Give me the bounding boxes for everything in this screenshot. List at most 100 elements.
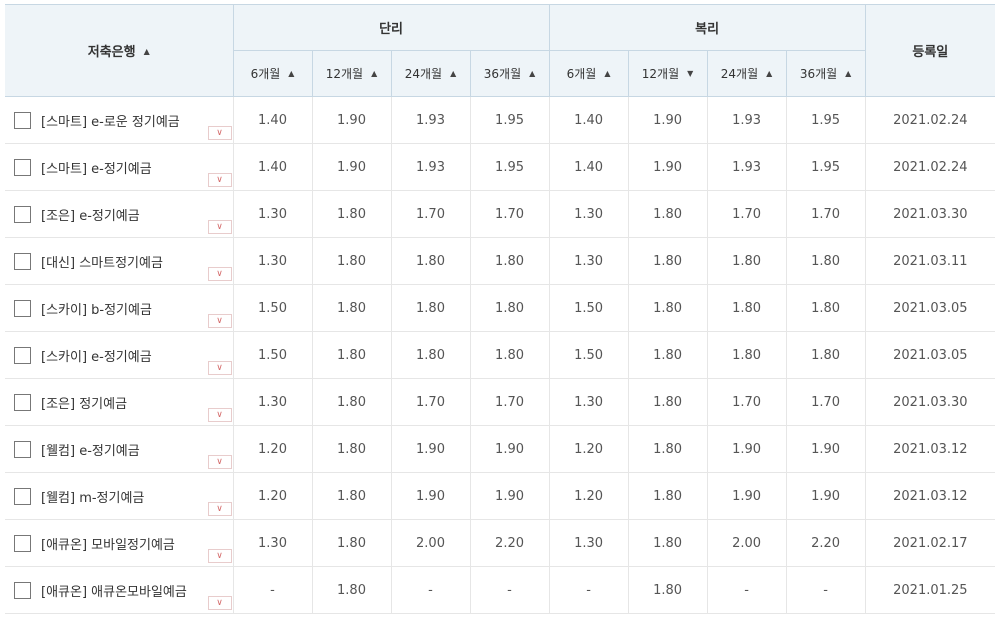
chevron-down-icon[interactable]: ∨ [207, 502, 232, 516]
simple-rate-cell: 1.80 [470, 237, 550, 285]
simple-rate-cell: 2.00 [391, 519, 471, 567]
table-row: [스카이] b-정기예금 ∨ 1.50 1.80 1.80 1.80 1.50 1.80 1.8… [5, 284, 996, 332]
select-checkbox[interactable] [14, 252, 31, 270]
select-checkbox[interactable] [14, 487, 31, 505]
registered-date-cell: 2021.02.17 [865, 519, 996, 567]
compound-rate-cell: 1.40 [549, 143, 629, 191]
select-checkbox[interactable] [14, 534, 31, 552]
table-row: [스카이] e-정기예금 ∨ 1.50 1.80 1.80 1.80 1.50 1.80 1.8… [5, 331, 996, 379]
compound-rate-cell: 1.80 [628, 237, 708, 285]
product-name: [조은] 정기예금 [41, 396, 128, 412]
simple-rate-cell: 1.80 [312, 284, 392, 332]
term-label: 36개월 [483, 67, 522, 81]
compound-rate-cell: 1.95 [786, 143, 866, 191]
chevron-down-icon[interactable]: ∨ [207, 126, 232, 140]
simple-rate-cell: 1.80 [312, 425, 392, 473]
simple-term-header[interactable]: 6개월 ▲ [232, 50, 313, 97]
simple-term-header[interactable]: 24개월 ▲ [390, 50, 471, 97]
compound-term-header[interactable]: 12개월 ▼ [627, 50, 708, 97]
chevron-down-icon[interactable]: ∨ [207, 314, 232, 328]
select-checkbox[interactable] [14, 346, 31, 364]
compound-interest-header: 복리 [548, 4, 866, 51]
chevron-down-icon[interactable]: ∨ [207, 549, 232, 563]
chevron-down-icon[interactable]: ∨ [207, 361, 232, 375]
select-checkbox[interactable] [14, 393, 31, 411]
bank-product-cell: [스카이] e-정기예금 ∨ [5, 331, 234, 379]
compound-rate-cell: 1.80 [628, 566, 708, 614]
compound-rate-cell: - [707, 566, 787, 614]
compound-rate-cell: 1.80 [628, 425, 708, 473]
registered-date-cell: 2021.03.05 [865, 284, 996, 332]
table-row: [조은] e-정기예금 ∨ 1.30 1.80 1.70 1.70 1.30 1.80 1.70… [5, 190, 996, 238]
select-checkbox[interactable] [14, 299, 31, 317]
compound-rate-cell: 1.50 [549, 331, 629, 379]
term-label: 24개월 [404, 67, 443, 81]
simple-rate-cell: 1.30 [233, 378, 313, 426]
simple-term-header[interactable]: 36개월 ▲ [469, 50, 550, 97]
compound-rate-cell: 1.80 [707, 237, 787, 285]
bank-product-cell: [조은] 정기예금 ∨ [5, 378, 234, 426]
simple-rate-cell: 1.90 [470, 472, 550, 520]
select-checkbox[interactable] [14, 205, 31, 223]
simple-rate-cell: 1.90 [470, 425, 550, 473]
registered-date-cell: 2021.01.25 [865, 566, 996, 614]
compound-rate-cell: 1.70 [786, 190, 866, 238]
compound-rate-cell: 1.80 [786, 331, 866, 379]
chevron-down-icon[interactable]: ∨ [207, 455, 232, 469]
simple-rate-cell: 1.80 [312, 519, 392, 567]
product-name: [웰컴] e-정기예금 [41, 443, 140, 459]
compound-rate-cell: - [549, 566, 629, 614]
simple-rate-cell: 1.70 [391, 378, 471, 426]
chevron-down-icon[interactable]: ∨ [207, 408, 232, 422]
simple-rate-cell: 1.80 [312, 566, 392, 614]
simple-rate-cell: 1.80 [391, 331, 471, 379]
sort-asc-icon: ▲ [288, 69, 295, 78]
compound-rate-cell: 1.95 [786, 96, 866, 144]
product-name: [스카이] b-정기예금 [41, 302, 152, 318]
simple-rate-cell: 1.80 [391, 237, 471, 285]
bank-product-cell: [조은] e-정기예금 ∨ [5, 190, 234, 238]
simple-rate-cell: 1.95 [470, 96, 550, 144]
select-checkbox[interactable] [14, 440, 31, 458]
simple-rate-cell: 1.40 [233, 96, 313, 144]
simple-term-header[interactable]: 12개월 ▲ [311, 50, 392, 97]
select-checkbox[interactable] [14, 111, 31, 129]
term-label: 6개월 [250, 67, 281, 81]
compound-rate-cell: 1.80 [628, 284, 708, 332]
simple-rate-cell: 1.95 [470, 143, 550, 191]
term-label: 12개월 [641, 67, 680, 81]
bank-product-cell: [스마트] e-정기예금 ∨ [5, 143, 234, 191]
compound-term-header[interactable]: 36개월 ▲ [785, 50, 866, 97]
select-checkbox[interactable] [14, 158, 31, 176]
chevron-down-icon[interactable]: ∨ [207, 173, 232, 187]
compound-rate-cell: 1.30 [549, 519, 629, 567]
sort-asc-icon: ▲ [529, 69, 536, 78]
registered-date-header: 등록일 [864, 4, 996, 97]
simple-rate-cell: - [233, 566, 313, 614]
compound-rate-cell: 1.30 [549, 190, 629, 238]
select-checkbox[interactable] [14, 581, 31, 599]
compound-term-header[interactable]: 6개월 ▲ [548, 50, 629, 97]
table-row: [애큐온] 애큐온모바일예금 ∨ -1.80- - -1.80- -2021.01.25 [5, 566, 996, 614]
product-name: [스마트] e-정기예금 [41, 161, 152, 177]
simple-rate-cell: 1.30 [233, 519, 313, 567]
simple-rate-cell: 1.80 [470, 284, 550, 332]
simple-rate-cell: 1.70 [391, 190, 471, 238]
sort-asc-icon: ▲ [143, 47, 150, 56]
compound-rate-cell: 1.20 [549, 472, 629, 520]
compound-rate-cell: 1.80 [786, 237, 866, 285]
compound-term-header[interactable]: 24개월 ▲ [706, 50, 787, 97]
chevron-down-icon[interactable]: ∨ [207, 220, 232, 234]
compound-rate-cell: 1.80 [628, 378, 708, 426]
chevron-down-icon[interactable]: ∨ [207, 596, 232, 610]
deposit-rate-table-container: 저축은행 ▲ 단리 복리 등록일 6개월 ▲ 12개월 ▲ 24개월 ▲ 36개월 ▲ 6… [0, 0, 1001, 617]
compound-rate-cell: 1.80 [628, 472, 708, 520]
chevron-down-icon[interactable]: ∨ [207, 267, 232, 281]
compound-rate-cell: 1.90 [707, 472, 787, 520]
bank-column-header[interactable]: 저축은행 ▲ [5, 4, 234, 97]
compound-rate-cell: 2.00 [707, 519, 787, 567]
simple-rate-cell: 1.20 [233, 472, 313, 520]
compound-rate-cell: 1.80 [628, 190, 708, 238]
simple-rate-cell: 1.80 [312, 378, 392, 426]
simple-interest-header: 단리 [232, 4, 550, 51]
